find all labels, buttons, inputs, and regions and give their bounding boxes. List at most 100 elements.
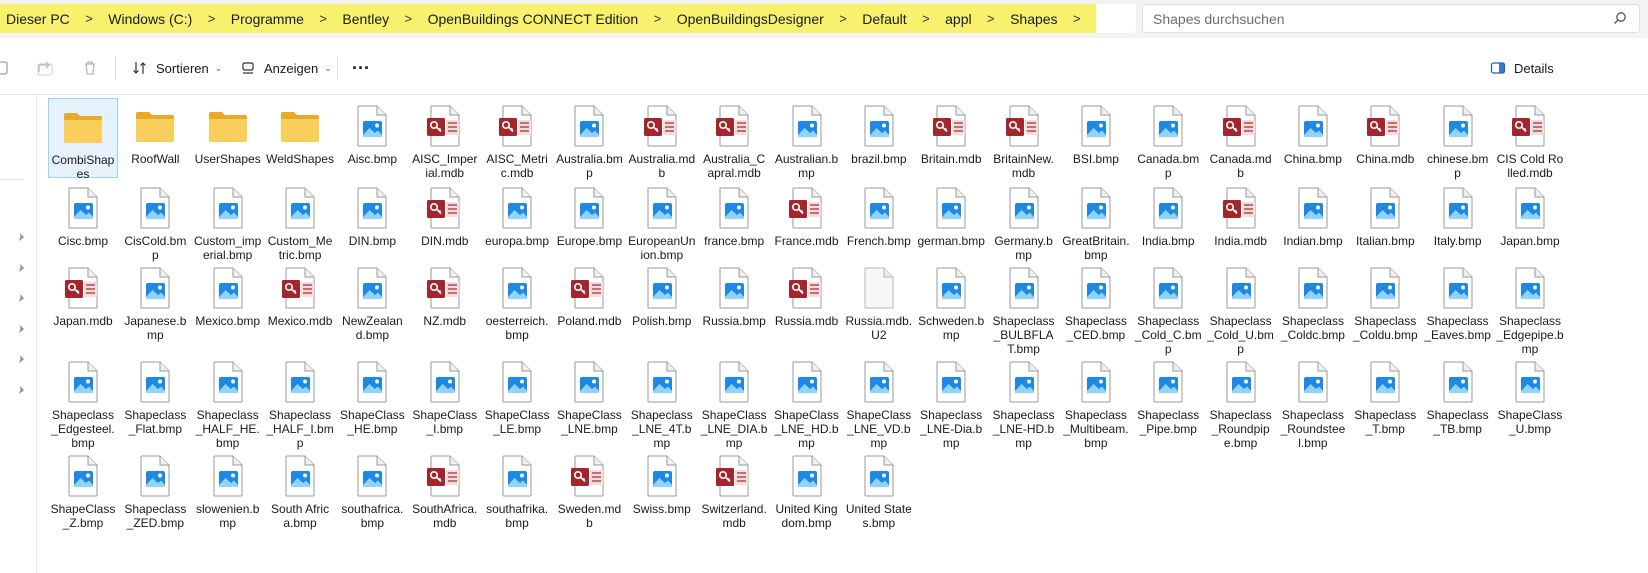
- chevron-right-icon[interactable]: >: [907, 11, 945, 26]
- file-item[interactable]: slowenien.bmp: [193, 448, 263, 530]
- folder-item[interactable]: RoofWall: [120, 98, 190, 166]
- file-item[interactable]: CisCold.bmp: [120, 180, 190, 262]
- delete-icon[interactable]: [80, 58, 100, 78]
- folder-item[interactable]: CombiShapes: [48, 98, 118, 181]
- file-item[interactable]: EuropeanUnion.bmp: [627, 180, 697, 262]
- breadcrumb-item[interactable]: appl: [945, 11, 971, 27]
- breadcrumb-item[interactable]: Programme: [231, 11, 304, 27]
- folder-item[interactable]: UserShapes: [193, 98, 263, 166]
- file-item[interactable]: oesterreich.bmp: [482, 260, 552, 342]
- breadcrumb-item[interactable]: Bentley: [342, 11, 389, 27]
- pin-icon[interactable]: [17, 232, 27, 242]
- file-item[interactable]: Russia.bmp: [699, 260, 769, 328]
- file-item[interactable]: Australia.mdb: [627, 98, 697, 180]
- file-item[interactable]: Shapeclass_Coldc.bmp: [1278, 260, 1348, 342]
- file-item[interactable]: NZ.mdb: [410, 260, 480, 328]
- file-item[interactable]: ShapeClass_LE.bmp: [482, 354, 552, 436]
- share-icon[interactable]: [35, 58, 55, 78]
- file-item[interactable]: Australia.bmp: [554, 98, 624, 180]
- file-item[interactable]: Cisc.bmp: [48, 180, 118, 248]
- file-item[interactable]: Mexico.bmp: [193, 260, 263, 328]
- file-item[interactable]: Russia.mdb: [772, 260, 842, 328]
- file-item[interactable]: Japanese.bmp: [120, 260, 190, 342]
- breadcrumb-item[interactable]: Shapes: [1010, 11, 1057, 27]
- pin-icon[interactable]: [17, 385, 27, 395]
- breadcrumb[interactable]: Dieser PC > Windows (C:) > Programme > Bentley…: [0, 4, 1096, 33]
- address-bar-empty[interactable]: [1096, 4, 1136, 33]
- file-item[interactable]: southafrica.bmp: [337, 448, 407, 530]
- breadcrumb-item[interactable]: Default: [862, 11, 906, 27]
- chevron-right-icon[interactable]: >: [824, 11, 862, 26]
- file-item[interactable]: german.bmp: [916, 180, 986, 248]
- file-item[interactable]: Shapeclass_CED.bmp: [1061, 260, 1131, 342]
- file-item[interactable]: Shapeclass_Cold_C.bmp: [1133, 260, 1203, 356]
- file-item[interactable]: DIN.bmp: [337, 180, 407, 248]
- file-item[interactable]: brazil.bmp: [844, 98, 914, 166]
- file-item[interactable]: Shapeclass_Edgesteel.bmp: [48, 354, 118, 450]
- chevron-right-icon[interactable]: >: [972, 11, 1010, 26]
- file-item[interactable]: AISC_Imperial.mdb: [410, 98, 480, 180]
- breadcrumb-item[interactable]: Dieser PC: [6, 11, 70, 27]
- file-item[interactable]: chinese.bmp: [1423, 98, 1493, 180]
- file-item[interactable]: Aisc.bmp: [337, 98, 407, 166]
- file-item[interactable]: Poland.mdb: [554, 260, 624, 328]
- file-item[interactable]: Shapeclass_Coldu.bmp: [1350, 260, 1420, 342]
- file-item[interactable]: United States.bmp: [844, 448, 914, 530]
- file-item[interactable]: Shapeclass_HALF_I.bmp: [265, 354, 335, 450]
- file-item[interactable]: Shapeclass_BULBFLAT.bmp: [989, 260, 1059, 356]
- file-item[interactable]: Shapeclass_Roundsteel.bmp: [1278, 354, 1348, 450]
- search-icon[interactable]: [1613, 11, 1627, 25]
- file-item[interactable]: Custom_imperial.bmp: [193, 180, 263, 262]
- chevron-right-icon[interactable]: >: [1058, 11, 1096, 26]
- search-box[interactable]: Shapes durchsuchen: [1142, 4, 1640, 33]
- file-item[interactable]: Schweden.bmp: [916, 260, 986, 342]
- file-item[interactable]: United Kingdom.bmp: [772, 448, 842, 530]
- file-item[interactable]: Shapeclass_HALF_HE.bmp: [193, 354, 263, 450]
- file-item[interactable]: ShapeClass_LNE_HD.bmp: [772, 354, 842, 450]
- file-item[interactable]: Italy.bmp: [1423, 180, 1493, 248]
- pin-icon[interactable]: [17, 293, 27, 303]
- sort-button[interactable]: Sortieren ⌄: [132, 57, 222, 79]
- file-item[interactable]: Swiss.bmp: [627, 448, 697, 516]
- chevron-right-icon[interactable]: >: [192, 11, 230, 26]
- file-item[interactable]: Shapeclass_Roundpipe.bmp: [1206, 354, 1276, 450]
- file-item[interactable]: ShapeClass_LNE_VD.bmp: [844, 354, 914, 450]
- file-item[interactable]: Australian.bmp: [772, 98, 842, 180]
- file-item[interactable]: Shapeclass_TB.bmp: [1423, 354, 1493, 436]
- chevron-right-icon[interactable]: >: [389, 11, 427, 26]
- file-item[interactable]: India.bmp: [1133, 180, 1203, 248]
- file-item[interactable]: DIN.mdb: [410, 180, 480, 248]
- breadcrumb-item[interactable]: OpenBuildings CONNECT Edition: [428, 11, 639, 27]
- more-options-button[interactable]: ···: [352, 57, 370, 79]
- file-item[interactable]: French.bmp: [844, 180, 914, 248]
- file-item[interactable]: Polish.bmp: [627, 260, 697, 328]
- file-item[interactable]: Shapeclass_Edgepipe.bmp: [1495, 260, 1565, 356]
- file-item[interactable]: Indian.bmp: [1278, 180, 1348, 248]
- file-item[interactable]: Japan.mdb: [48, 260, 118, 328]
- file-item[interactable]: Australia_Capral.mdb: [699, 98, 769, 180]
- file-item[interactable]: SouthAfrica.mdb: [410, 448, 480, 530]
- file-item[interactable]: ShapeClass_LNE_DIA.bmp: [699, 354, 769, 450]
- file-item[interactable]: NewZealand.bmp: [337, 260, 407, 342]
- navigation-pane[interactable]: [0, 95, 37, 573]
- file-item[interactable]: Shapeclass_Cold_U.bmp: [1206, 260, 1276, 356]
- file-item[interactable]: CIS Cold Rolled.mdb: [1495, 98, 1565, 180]
- file-item[interactable]: Shapeclass_LNE-Dia.bmp: [916, 354, 986, 450]
- file-item[interactable]: Shapeclass_T.bmp: [1350, 354, 1420, 436]
- file-item[interactable]: Switzerland.mdb: [699, 448, 769, 530]
- file-item[interactable]: GreatBritain.bmp: [1061, 180, 1131, 262]
- file-item[interactable]: europa.bmp: [482, 180, 552, 248]
- file-item[interactable]: ShapeClass_I.bmp: [410, 354, 480, 436]
- breadcrumb-item[interactable]: Windows (C:): [108, 11, 192, 27]
- file-item[interactable]: Canada.bmp: [1133, 98, 1203, 180]
- file-item[interactable]: Mexico.mdb: [265, 260, 335, 328]
- rename-icon[interactable]: [0, 58, 12, 78]
- file-item[interactable]: South Africa.bmp: [265, 448, 335, 530]
- file-item[interactable]: AISC_Metric.mdb: [482, 98, 552, 180]
- file-item[interactable]: france.bmp: [699, 180, 769, 248]
- file-item[interactable]: BritainNew.mdb: [989, 98, 1059, 180]
- chevron-right-icon[interactable]: >: [70, 11, 108, 26]
- file-item[interactable]: China.mdb: [1350, 98, 1420, 166]
- chevron-right-icon[interactable]: >: [638, 11, 676, 26]
- file-item[interactable]: Russia.mdb.U2: [844, 260, 914, 342]
